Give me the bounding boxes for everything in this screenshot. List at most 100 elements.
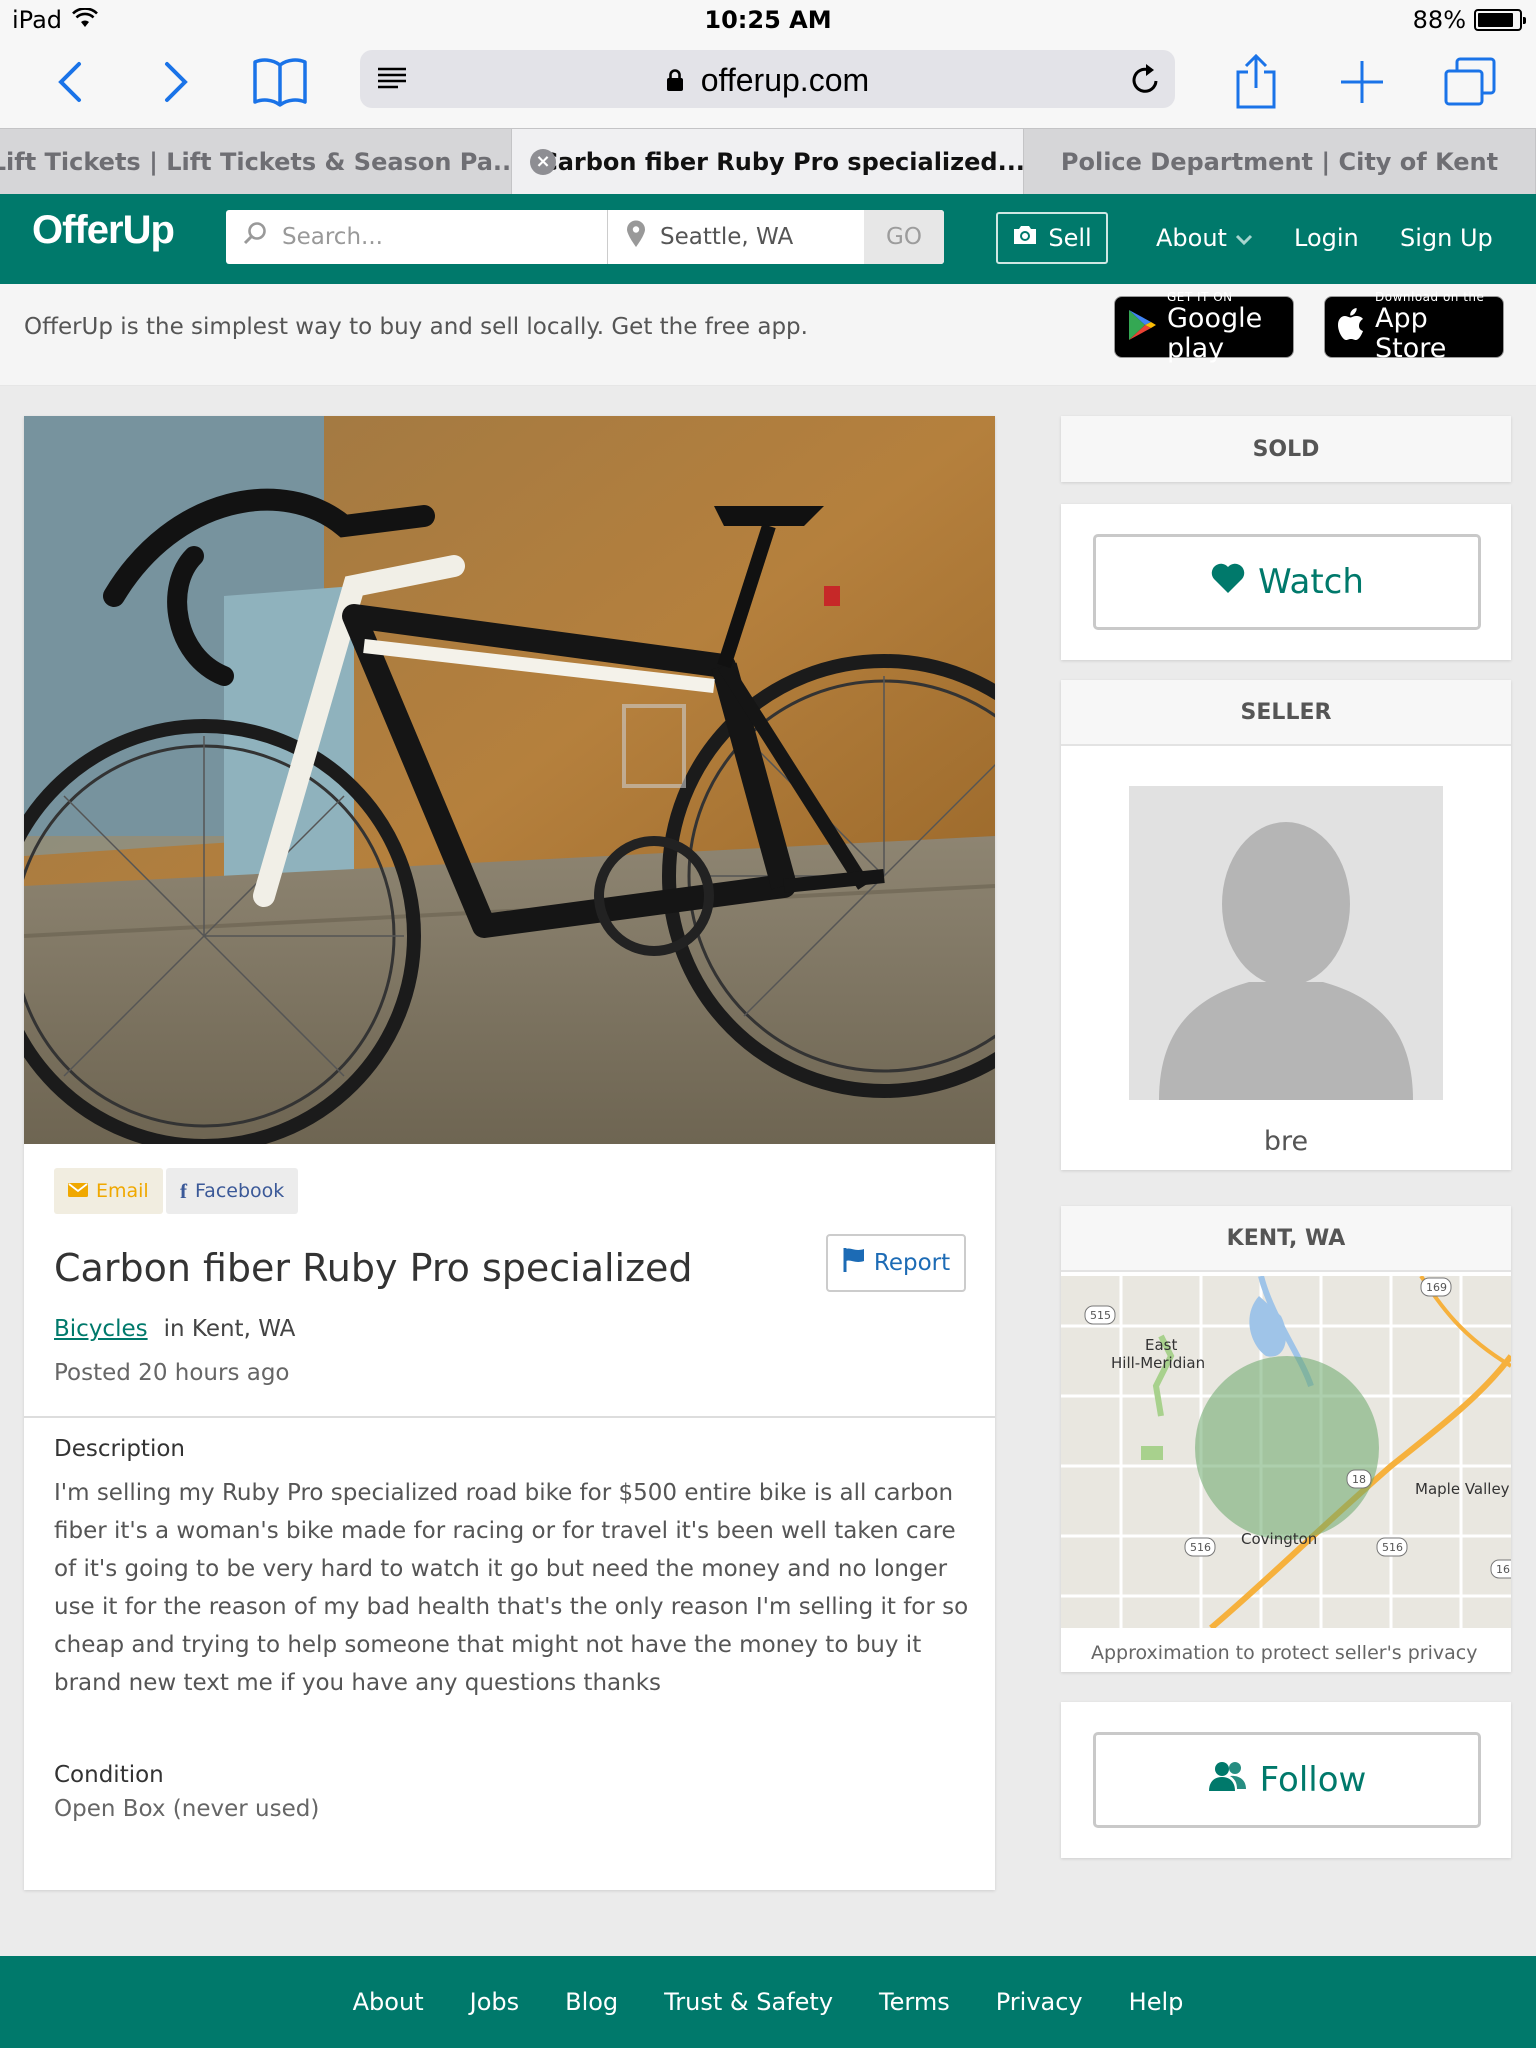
location-map[interactable]: East Hill-Meridian Covington Maple Valle… (1061, 1276, 1511, 1628)
location-heading: KENT, WA (1061, 1206, 1511, 1272)
location-value: Seattle, WA (660, 224, 794, 250)
share-icon[interactable] (1226, 52, 1286, 112)
follow-button[interactable]: Follow (1093, 1732, 1481, 1828)
map-illustration: East Hill-Meridian Covington Maple Valle… (1061, 1276, 1511, 1628)
about-menu[interactable]: About (1156, 224, 1253, 252)
sell-label: Sell (1048, 224, 1092, 252)
flag-icon (842, 1247, 866, 1279)
lock-icon (666, 62, 701, 98)
avatar[interactable] (1129, 786, 1443, 1100)
go-button[interactable]: GO (864, 210, 944, 264)
apple-badge-big: App Store (1375, 303, 1447, 364)
category-link[interactable]: Bicycles (54, 1316, 148, 1342)
footer-link-terms[interactable]: Terms (879, 1988, 950, 2016)
new-tab-icon[interactable] (1332, 52, 1392, 112)
about-label: About (1156, 224, 1227, 252)
route-16-label: 16 (1496, 1563, 1510, 1576)
condition-heading: Condition (54, 1762, 164, 1788)
bicycle-photo-illustration (24, 416, 995, 1144)
facebook-label: Facebook (195, 1180, 285, 1202)
description-text: I'm selling my Ruby Pro specialized road… (54, 1480, 969, 1696)
map-label-east: East (1145, 1336, 1177, 1354)
facebook-icon: f (180, 1178, 187, 1203)
reload-icon[interactable] (1129, 62, 1161, 100)
back-icon[interactable] (40, 52, 100, 112)
report-button[interactable]: Report (826, 1234, 966, 1292)
heart-icon (1210, 562, 1246, 603)
map-label-maple-valley: Maple Valley (1415, 1480, 1510, 1498)
bookmarks-icon[interactable] (250, 52, 310, 112)
footer-link-blog[interactable]: Blog (565, 1988, 618, 2016)
posted-time: Posted 20 hours ago (54, 1360, 290, 1386)
signup-link[interactable]: Sign Up (1400, 224, 1493, 252)
clock: 10:25 AM (704, 6, 832, 34)
search-icon (242, 221, 268, 253)
route-516-label: 516 (1382, 1541, 1403, 1554)
condition-value: Open Box (never used) (54, 1796, 320, 1822)
footer-link-trust-safety[interactable]: Trust & Safety (664, 1988, 833, 2016)
battery-percent: 88% (1412, 6, 1466, 34)
browser-toolbar: offerup.com (0, 40, 1536, 128)
facebook-share-button[interactable]: f Facebook (166, 1168, 299, 1214)
location-input[interactable]: Seattle, WA (608, 210, 864, 264)
close-tab-icon[interactable]: × (530, 149, 556, 175)
browser-tabs: Lift Tickets | Lift Tickets & Season Pa.… (0, 128, 1536, 194)
status-bar: iPad 10:25 AM 88% (0, 0, 1536, 40)
offerup-logo[interactable]: OfferUp (32, 208, 175, 253)
watch-label: Watch (1258, 562, 1364, 602)
watch-button[interactable]: Watch (1093, 534, 1481, 630)
seller-card: SELLER bre (1061, 680, 1511, 1170)
google-play-icon (1127, 308, 1157, 346)
map-label-covington: Covington (1241, 1530, 1317, 1548)
app-banner: OfferUp is the simplest way to buy and s… (0, 284, 1536, 386)
site-header: OfferUp Search... Seattle, WA GO Sell Ab… (0, 194, 1536, 284)
tabs-overview-icon[interactable] (1440, 52, 1500, 112)
listing-card: Email f Facebook Carbon fiber Ruby Pro s… (24, 416, 995, 1890)
forward-icon[interactable] (146, 52, 206, 112)
seller-name[interactable]: bre (1061, 1126, 1511, 1157)
follow-card: Follow (1061, 1702, 1511, 1858)
default-avatar-icon (1159, 822, 1413, 1100)
browser-tab-police[interactable]: Police Department | City of Kent (1024, 129, 1536, 194)
browser-tab-lift-tickets[interactable]: Lift Tickets | Lift Tickets & Season Pa.… (0, 129, 512, 194)
route-18-label: 18 (1352, 1473, 1366, 1486)
location-card: KENT, WA East Hill-Meridian Covington Ma… (1061, 1206, 1511, 1672)
camera-icon (1012, 224, 1038, 252)
address-bar[interactable]: offerup.com (360, 50, 1175, 108)
chevron-down-icon (1235, 224, 1253, 252)
footer-link-jobs[interactable]: Jobs (470, 1988, 520, 2016)
report-label: Report (873, 1250, 951, 1276)
apple-icon (1337, 308, 1365, 346)
banner-text: OfferUp is the simplest way to buy and s… (24, 314, 808, 340)
tab-label: Police Department | City of Kent (1060, 147, 1499, 176)
search-bar: Search... Seattle, WA GO (226, 210, 944, 264)
route-516-label: 516 (1190, 1541, 1211, 1554)
sold-label: SOLD (1061, 416, 1511, 482)
envelope-icon (68, 1180, 88, 1202)
seller-heading: SELLER (1061, 680, 1511, 746)
map-label-hill-meridian: Hill-Meridian (1111, 1354, 1205, 1372)
email-share-button[interactable]: Email (54, 1168, 163, 1214)
divider (24, 1416, 995, 1418)
route-169-label: 169 (1426, 1281, 1447, 1294)
sold-status-card: SOLD (1061, 416, 1511, 482)
footer-link-about[interactable]: About (353, 1988, 424, 2016)
footer-link-privacy[interactable]: Privacy (996, 1988, 1083, 2016)
footer-link-help[interactable]: Help (1129, 1988, 1184, 2016)
description-heading: Description (54, 1436, 185, 1462)
location-pin-icon (626, 220, 646, 254)
login-link[interactable]: Login (1294, 224, 1359, 252)
users-icon (1208, 1760, 1248, 1801)
listing-photo[interactable] (24, 416, 995, 1144)
apple-badge-small: Download on the (1375, 290, 1485, 304)
google-play-badge[interactable]: GET IT ON Google play (1114, 290, 1294, 364)
url-text: offerup.com (700, 62, 870, 98)
site-footer: About Jobs Blog Trust & Safety Terms Pri… (0, 1956, 1536, 2048)
tab-label: Lift Tickets | Lift Tickets & Season Pa.… (0, 147, 512, 176)
map-privacy-note: Approximation to protect seller's privac… (1091, 1642, 1478, 1664)
search-input[interactable]: Search... (226, 210, 608, 264)
follow-label: Follow (1259, 1760, 1367, 1800)
browser-tab-active[interactable]: × Carbon fiber Ruby Pro specialized... (512, 129, 1024, 194)
sell-button[interactable]: Sell (996, 212, 1108, 264)
app-store-badge[interactable]: Download on the App Store (1324, 290, 1504, 364)
